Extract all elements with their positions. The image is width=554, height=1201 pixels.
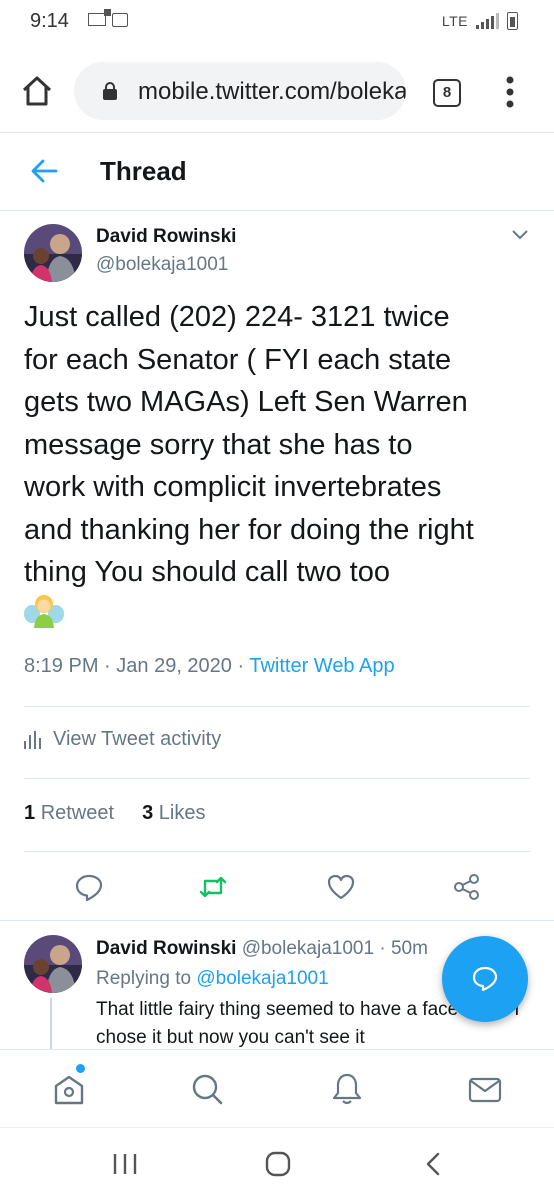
author-name[interactable]: David Rowinski	[96, 226, 236, 248]
status-bar: 9:14 LTE	[0, 0, 554, 50]
replying-to: Replying to @bolekaja1001	[96, 968, 329, 990]
back-arrow-icon[interactable]	[30, 158, 58, 184]
tweet-time: 8:19 PM	[24, 655, 99, 677]
page-title: Thread	[100, 156, 187, 186]
tweet-source-link[interactable]: Twitter Web App	[249, 655, 394, 677]
browser-toolbar: mobile.twitter.com/bolekaja1001 8	[0, 50, 554, 133]
thread-header: Thread	[0, 132, 554, 211]
lock-icon	[103, 82, 117, 100]
compose-tweet-button[interactable]	[442, 936, 528, 1022]
gallery-icon	[112, 13, 128, 27]
signal-icon	[476, 13, 499, 29]
status-time: 9:14	[30, 10, 69, 32]
view-activity-link[interactable]: View Tweet activity	[24, 728, 221, 751]
engagement-counts: 1 Retweet 3 Likes	[24, 802, 205, 825]
like-count: 3	[142, 802, 154, 824]
reply-author-handle[interactable]: @bolekaja1001	[242, 938, 374, 959]
divider	[0, 920, 554, 921]
view-activity-label: View Tweet activity	[53, 728, 222, 750]
fairy-emoji-icon	[24, 595, 64, 628]
tweet-line: Just called (202) 224- 3121 twice	[24, 301, 450, 333]
more-menu-icon[interactable]	[506, 76, 514, 108]
like-icon[interactable]	[326, 872, 356, 902]
home-icon[interactable]	[52, 1072, 86, 1106]
retweets-count-link[interactable]: 1 Retweet	[24, 802, 114, 825]
tweet-date: Jan 29, 2020	[116, 655, 232, 677]
notification-icon	[88, 9, 111, 26]
url-text: mobile.twitter.com/bolekaja1001	[138, 78, 406, 105]
like-label: Likes	[158, 802, 206, 824]
messages-icon[interactable]	[468, 1072, 502, 1106]
author-handle[interactable]: @bolekaja1001	[96, 254, 228, 276]
network-type: LTE	[441, 13, 468, 29]
reply-time: 50m	[390, 938, 428, 959]
likes-count-link[interactable]: 3 Likes	[142, 802, 205, 825]
reply-author-name[interactable]: David Rowinski	[96, 938, 236, 959]
back-button-icon[interactable]	[424, 1151, 442, 1177]
tweet-text: Just called (202) 224- 3121 twice for ea…	[24, 296, 534, 594]
tab-switcher-button[interactable]: 8	[433, 79, 461, 107]
retweet-icon[interactable]	[198, 872, 228, 902]
chevron-down-icon[interactable]	[512, 230, 528, 240]
android-navigation-bar	[0, 1127, 554, 1201]
thread-connector	[50, 998, 52, 1050]
tweet-line: work with complicit invertebrates	[24, 471, 442, 503]
recents-icon[interactable]	[112, 1152, 138, 1176]
replying-to-prefix: Replying to	[96, 968, 192, 989]
address-bar[interactable]: mobile.twitter.com/bolekaja1001	[74, 62, 406, 120]
search-icon[interactable]	[190, 1072, 224, 1106]
analytics-icon	[24, 730, 41, 749]
retweet-label: Retweet	[40, 802, 115, 824]
tweet-action-bar	[0, 866, 554, 906]
avatar[interactable]	[24, 224, 82, 282]
notifications-icon[interactable]	[330, 1072, 364, 1106]
compose-icon	[472, 966, 498, 992]
notification-icons	[88, 9, 128, 27]
replying-to-handle[interactable]: @bolekaja1001	[196, 968, 328, 989]
reply-header: David Rowinski @bolekaja1001 · 50m	[96, 938, 428, 960]
tweet-meta: 8:19 PM · Jan 29, 2020 · Twitter Web App	[24, 655, 395, 677]
retweet-count: 1	[24, 802, 36, 824]
home-button-icon[interactable]	[264, 1150, 292, 1178]
reply-avatar[interactable]	[24, 935, 82, 993]
divider	[24, 778, 530, 779]
tweet-line: for each Senator ( FYI each state	[24, 343, 452, 376]
reply-icon[interactable]	[74, 872, 104, 902]
share-icon[interactable]	[452, 872, 482, 902]
bottom-navigation	[0, 1049, 554, 1128]
reply-separator: ·	[379, 938, 386, 959]
divider	[24, 706, 530, 707]
divider	[24, 851, 530, 852]
battery-icon	[507, 12, 518, 30]
tweet-line: gets two MAGAs) Left Sen Warren	[24, 386, 468, 418]
tweet-line: message sorry that she has to	[24, 428, 413, 461]
home-icon[interactable]	[20, 74, 54, 108]
unread-dot	[76, 1064, 85, 1073]
tweet-line: thing You should call two too	[24, 556, 390, 588]
status-indicators: LTE	[442, 12, 518, 30]
tweet-line: and thanking her for doing the right	[24, 513, 474, 546]
